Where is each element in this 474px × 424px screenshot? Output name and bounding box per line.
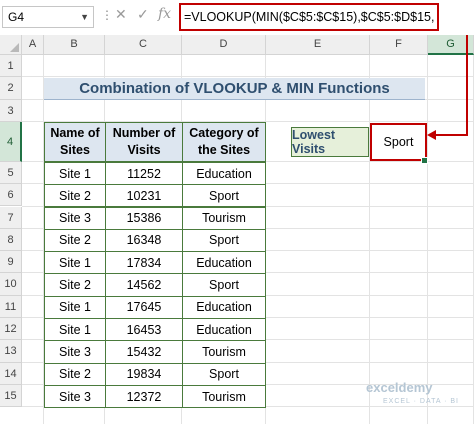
header-name-of-sites[interactable]: Name of Sites [44, 121, 106, 162]
category-cell[interactable]: Tourism [182, 340, 266, 364]
row-header-5[interactable]: 5 [0, 161, 22, 185]
sheet-title[interactable]: Combination of VLOOKUP & MIN Functions [44, 78, 425, 100]
category-cell[interactable]: Sport [182, 362, 266, 386]
gridline [427, 55, 428, 424]
visits-cell[interactable]: 16348 [105, 228, 183, 253]
visits-cell[interactable]: 10231 [105, 184, 183, 208]
site-name-cell[interactable]: Site 3 [44, 384, 106, 409]
header-category-of-sites[interactable]: Category of the Sites [182, 121, 266, 162]
row-header-12[interactable]: 12 [0, 318, 22, 341]
category-cell[interactable]: Education [182, 161, 266, 186]
formula-bar: G4 ▼ ⋮ ✕ ✓ fx =VLOOKUP(MIN($C$5:$C$15),$… [0, 0, 474, 35]
visits-cell[interactable]: 15432 [105, 340, 183, 364]
chevron-down-icon[interactable]: ▼ [80, 7, 89, 27]
column-header-b[interactable]: B [44, 35, 105, 55]
visits-cell[interactable]: 17834 [105, 251, 183, 275]
visits-cell[interactable]: 15386 [105, 206, 183, 230]
visits-cell[interactable]: 11252 [105, 161, 183, 186]
category-cell[interactable]: Education [182, 295, 266, 319]
formula-input[interactable]: =VLOOKUP(MIN($C$5:$C$15),$C$5:$D$15, 2, … [179, 3, 439, 31]
row-header-1[interactable]: 1 [0, 55, 22, 78]
site-name-cell[interactable]: Site 2 [44, 228, 106, 253]
category-cell[interactable]: Tourism [182, 206, 266, 230]
column-header-c[interactable]: C [105, 35, 182, 55]
site-name-cell[interactable]: Site 1 [44, 318, 106, 342]
row-header-9[interactable]: 9 [0, 251, 22, 274]
cancel-icon[interactable]: ✕ [115, 6, 127, 23]
lowest-visits-label[interactable]: Lowest Visits [291, 126, 369, 157]
watermark-tagline: EXCEL · DATA · BI [383, 398, 459, 405]
column-header-e[interactable]: E [266, 35, 370, 55]
lowest-visits-value[interactable]: Sport [370, 122, 427, 161]
column-header-a[interactable]: A [22, 35, 44, 55]
site-name-cell[interactable]: Site 1 [44, 251, 106, 275]
site-name-cell[interactable]: Site 2 [44, 273, 106, 297]
category-cell[interactable]: Sport [182, 273, 266, 297]
name-box-value: G4 [8, 10, 25, 24]
row-header-2[interactable]: 2 [0, 77, 22, 100]
row-header-8[interactable]: 8 [0, 228, 22, 252]
site-name-cell[interactable]: Site 1 [44, 295, 106, 319]
more-icon: ⋮ [101, 8, 113, 22]
confirm-icon[interactable]: ✓ [137, 6, 149, 23]
watermark-brand: exceldemy [366, 380, 433, 395]
name-box[interactable]: G4 ▼ [2, 6, 94, 28]
column-header-d[interactable]: D [182, 35, 266, 55]
header-number-of-visits[interactable]: Number of Visits [105, 121, 183, 162]
row-header-4[interactable]: 4 [0, 121, 22, 162]
row-header-10[interactable]: 10 [0, 273, 22, 296]
visits-cell[interactable]: 19834 [105, 362, 183, 386]
visits-cell[interactable]: 17645 [105, 295, 183, 319]
row-header-14[interactable]: 14 [0, 362, 22, 385]
site-name-cell[interactable]: Site 2 [44, 184, 106, 208]
visits-cell[interactable]: 16453 [105, 318, 183, 342]
column-header-f[interactable]: F [370, 35, 428, 55]
visits-cell[interactable]: 12372 [105, 384, 183, 409]
category-cell[interactable]: Education [182, 251, 266, 275]
gridline [22, 76, 474, 78]
category-cell[interactable]: Education [182, 318, 266, 342]
row-header-7[interactable]: 7 [0, 206, 22, 229]
site-name-cell[interactable]: Site 3 [44, 340, 106, 364]
insert-function-icon[interactable]: fx [158, 6, 171, 22]
visits-cell[interactable]: 14562 [105, 273, 183, 297]
row-header-6[interactable]: 6 [0, 184, 22, 207]
site-name-cell[interactable]: Site 3 [44, 206, 106, 230]
site-name-cell[interactable]: Site 1 [44, 161, 106, 186]
watermark-logo: exceldemy [366, 380, 433, 395]
column-header-g[interactable]: G [428, 35, 474, 55]
row-header-13[interactable]: 13 [0, 340, 22, 363]
fill-handle[interactable] [421, 156, 428, 164]
category-cell[interactable]: Sport [182, 184, 266, 208]
category-cell[interactable]: Tourism [182, 384, 266, 409]
row-header-15[interactable]: 15 [0, 384, 22, 408]
gridline [369, 55, 370, 424]
site-name-cell[interactable]: Site 2 [44, 362, 106, 386]
category-cell[interactable]: Sport [182, 228, 266, 253]
select-all-corner[interactable] [0, 35, 22, 55]
row-header-11[interactable]: 11 [0, 295, 22, 318]
row-header-3[interactable]: 3 [0, 99, 22, 122]
